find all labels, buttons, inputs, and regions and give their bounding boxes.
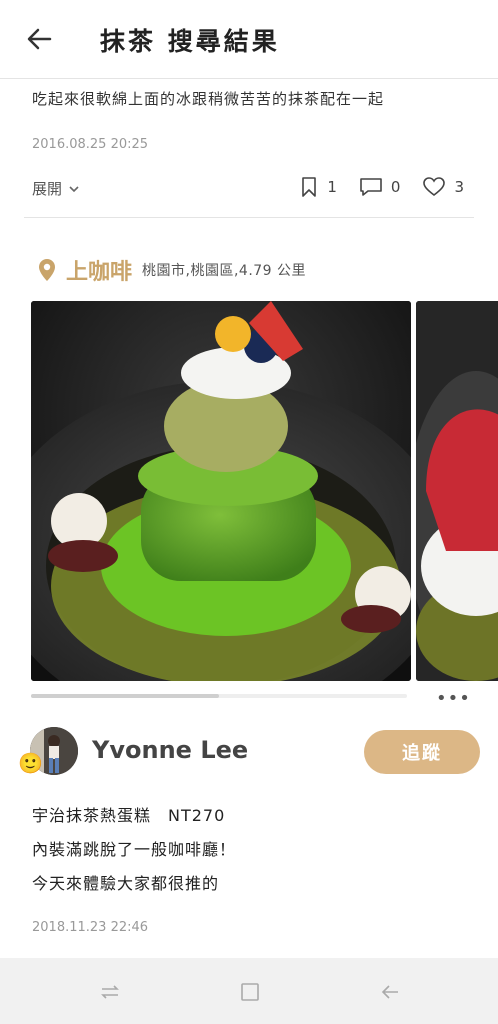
location-detail: 桃園市,桃園區,4.79 公里 [142,263,307,279]
previous-post-date: 2016.08.25 20:25 [32,137,149,152]
chevron-down-icon [69,185,79,192]
carousel-progress [31,694,407,698]
top-bar: 抹茶 搜尋結果 [0,0,498,79]
next-photo[interactable] [416,301,498,681]
location-row[interactable]: 上咖啡 桃園市,桃園區,4.79 公里 [38,254,306,286]
post-text-line: 宇治抹茶熱蛋糕 NT270 [32,806,226,825]
location-name: 上咖啡 [66,260,133,285]
home-icon[interactable] [238,980,262,1004]
post-text-line: 今天來體驗大家都很推的 [32,874,220,893]
recent-apps-icon[interactable] [98,980,122,1004]
mood-badge-icon: 🙂 [18,751,43,775]
follow-button[interactable]: 追蹤 [364,730,480,774]
post-date: 2018.11.23 22:46 [32,920,149,935]
more-options-button[interactable]: ••• [436,688,471,709]
back-arrow-icon[interactable] [24,24,54,54]
post-stats: 1 0 3 [299,176,464,198]
expand-button[interactable]: 展開 [32,178,80,199]
carousel-progress-fill [31,694,219,698]
user-name[interactable]: Yvonne Lee [92,736,248,764]
system-nav-bar [0,958,498,1024]
comment-icon [360,178,382,196]
location-pin-icon [39,259,55,281]
previous-post-text: 吃起來很軟綿上面的冰跟稍微苦苦的抹茶配在一起 [32,90,385,108]
back-icon[interactable] [378,980,402,1004]
expand-label: 展開 [32,180,63,198]
like-count: 3 [454,178,464,196]
bookmark-icon [302,177,317,197]
page-title: 抹茶 搜尋結果 [100,27,280,56]
divider [24,217,474,218]
like-stat[interactable]: 3 [422,176,464,198]
post-text-line: 內裝滿跳脫了一般咖啡廳！ [32,840,237,859]
dessert-photo[interactable] [31,301,411,681]
comment-stat[interactable]: 0 [359,176,401,198]
heart-icon [423,177,446,197]
comment-count: 0 [390,178,401,196]
bookmark-count: 1 [327,178,337,196]
bookmark-stat[interactable]: 1 [299,176,337,198]
